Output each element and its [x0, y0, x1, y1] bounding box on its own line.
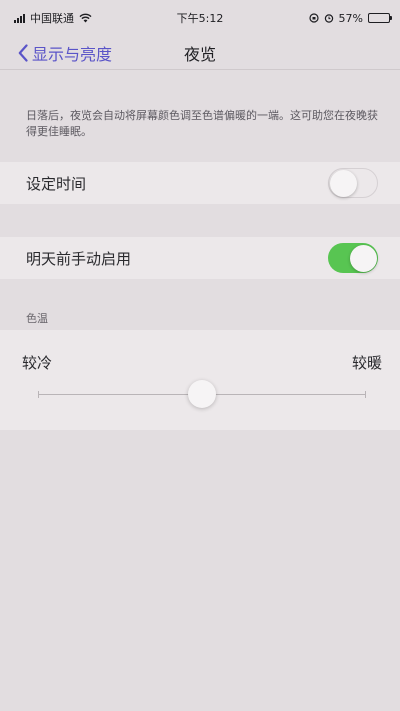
status-bar: 中国联通 下午5:12 57% [0, 0, 400, 36]
color-temperature-panel: 较冷 较暖 [0, 330, 400, 430]
cooler-label: 较冷 [22, 354, 53, 372]
battery-icon [368, 13, 392, 23]
toggle-knob [330, 170, 357, 197]
manual-enable-row[interactable]: 明天前手动启用 [0, 237, 400, 279]
status-left: 中国联通 [14, 10, 92, 26]
night-shift-description: 日落后，夜览会自动将屏幕颜色调至色谱偏暖的一端。这可助您在夜晚获得更佳睡眠。 [26, 109, 378, 138]
manual-enable-label: 明天前手动启用 [26, 249, 132, 268]
page-title: 夜览 [183, 44, 216, 64]
scheduled-toggle[interactable] [328, 168, 378, 198]
alarm-icon [324, 14, 333, 23]
battery-percent: 57% [338, 11, 363, 25]
warmer-label: 较暖 [351, 354, 382, 372]
signal-icon [14, 13, 25, 23]
scheduled-label: 设定时间 [26, 174, 87, 193]
navigation-bar: 显示与亮度 夜览 [0, 36, 400, 70]
chevron-left-icon [18, 44, 28, 62]
manual-enable-toggle[interactable] [328, 243, 378, 273]
lock-rotation-icon [308, 13, 319, 23]
color-temperature-slider-thumb[interactable] [188, 380, 216, 408]
slider-min-tick [38, 391, 39, 398]
color-temperature-header: 色温 [26, 312, 48, 325]
scheduled-row[interactable]: 设定时间 [0, 162, 400, 204]
night-shift-screen: 中国联通 下午5:12 57% 显示与亮度 夜览 日落后，夜览会自动将屏幕颜色调… [0, 0, 400, 711]
toggle-knob [349, 244, 377, 272]
status-right: 57% [308, 11, 392, 25]
back-label: 显示与亮度 [32, 45, 113, 64]
carrier-name: 中国联通 [30, 12, 74, 25]
slider-max-tick [365, 391, 366, 398]
back-button[interactable]: 显示与亮度 [18, 36, 112, 70]
wifi-icon [79, 13, 92, 23]
